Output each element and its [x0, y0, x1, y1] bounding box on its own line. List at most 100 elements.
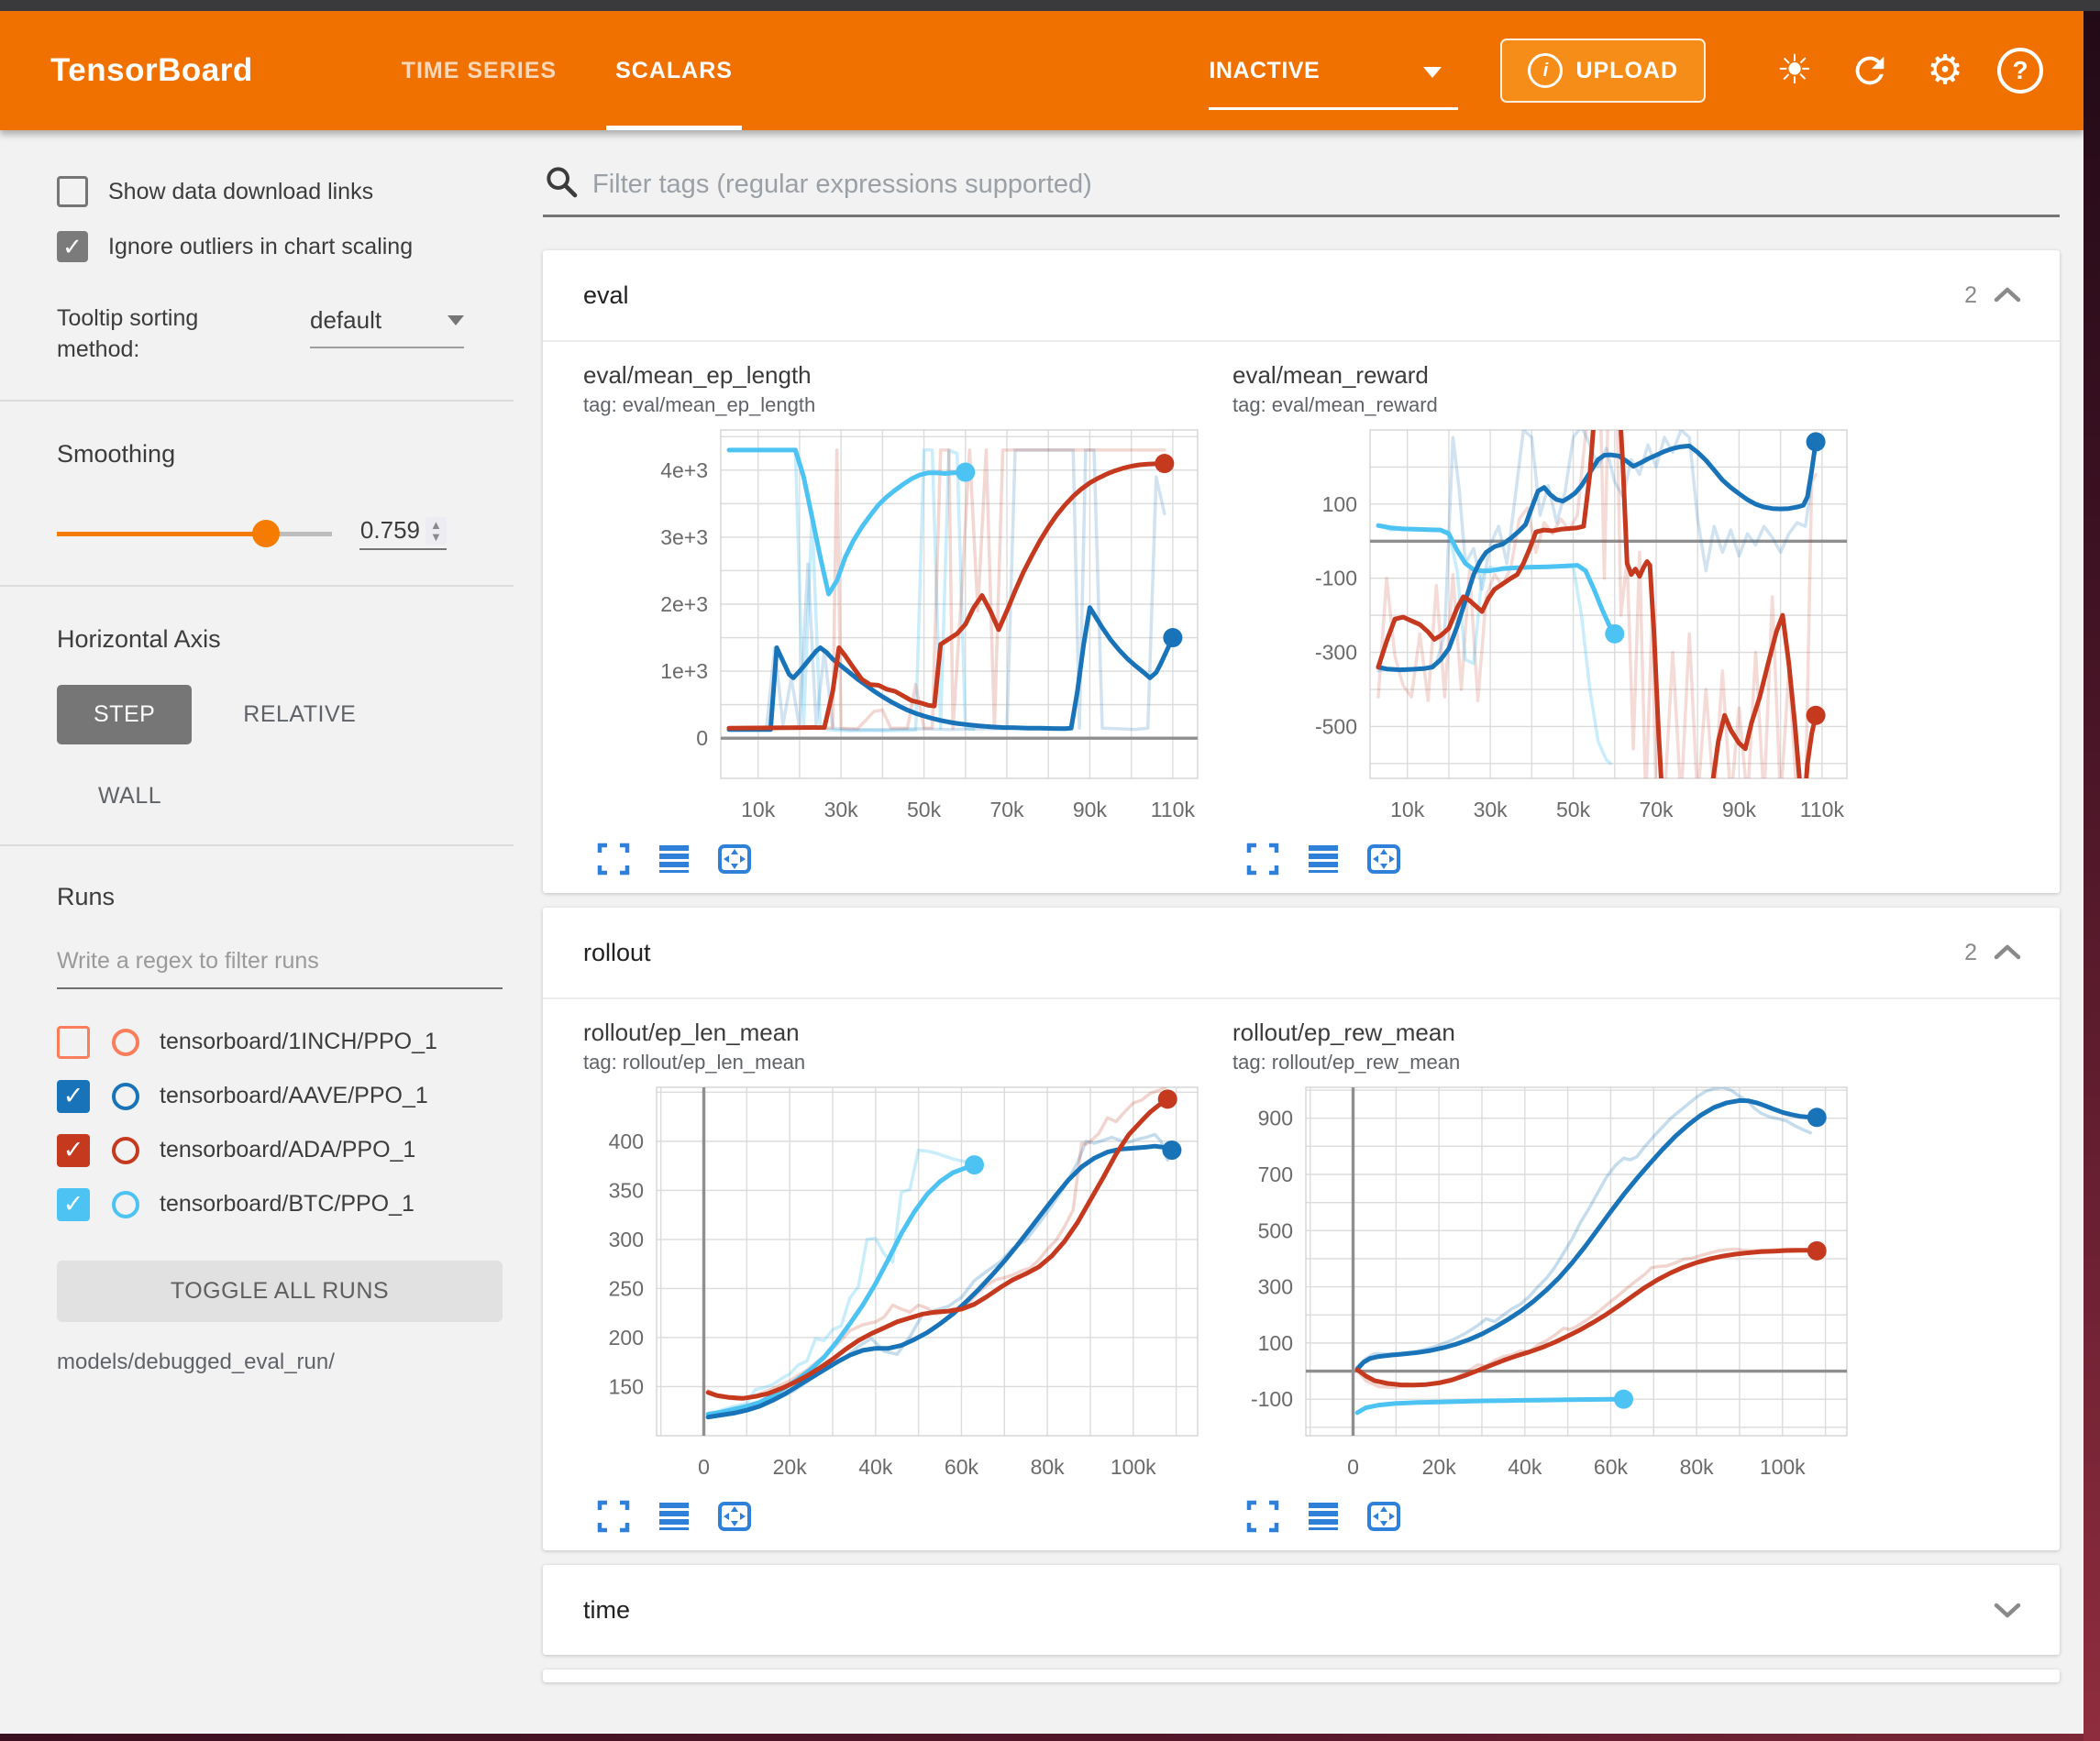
- fullscreen-icon[interactable]: [1245, 1499, 1280, 1534]
- svg-text:30k: 30k: [824, 798, 859, 821]
- show-download-links-label: Show data download links: [108, 179, 373, 205]
- runs-label: Runs: [57, 883, 514, 911]
- chart-title: eval/mean_reward: [1232, 358, 1882, 391]
- tab-bar: TIME SERIES SCALARS: [372, 11, 762, 130]
- upload-button-label: UPLOAD: [1575, 58, 1678, 84]
- run-color-swatch-icon[interactable]: [112, 1029, 139, 1056]
- tag-filter-input[interactable]: Filter tags (regular expressions support…: [543, 163, 2060, 217]
- window-edge-right: [2083, 11, 2100, 1741]
- fullscreen-icon[interactable]: [1245, 842, 1280, 876]
- stepper-down-icon[interactable]: ▼: [430, 531, 442, 543]
- svg-text:500: 500: [1258, 1218, 1293, 1242]
- fullscreen-icon[interactable]: [596, 1499, 631, 1534]
- chevron-up-icon[interactable]: [1992, 284, 2023, 306]
- chart-tag: tag: eval/mean_ep_length: [583, 391, 1232, 419]
- chart-canvas-mean-ep-length[interactable]: 10k30k50k70k90k110k01e+32e+33e+34e+3: [583, 424, 1232, 836]
- run-checkbox[interactable]: ✓: [57, 1134, 90, 1167]
- smoothing-stepper[interactable]: ▲▼: [426, 517, 447, 545]
- chart-actions: [596, 1499, 1232, 1534]
- fullscreen-icon[interactable]: [596, 842, 631, 876]
- show-download-links-checkbox[interactable]: [57, 176, 88, 207]
- svg-text:0: 0: [1347, 1455, 1359, 1479]
- stepper-up-icon[interactable]: ▲: [430, 519, 442, 531]
- chart-tag: tag: rollout/ep_len_mean: [583, 1049, 1232, 1076]
- svg-text:100: 100: [1258, 1331, 1293, 1355]
- chart-canvas-ep-rew-mean[interactable]: 020k40k60k80k100k-100100300500700900: [1232, 1082, 1882, 1493]
- svg-text:-300: -300: [1315, 641, 1357, 665]
- ignore-outliers-label: Ignore outliers in chart scaling: [108, 234, 413, 260]
- section-header-time[interactable]: time: [543, 1565, 2060, 1655]
- chart-canvas-ep-len-mean[interactable]: 020k40k60k80k100k150200250300350400: [583, 1082, 1232, 1493]
- svg-text:1e+3: 1e+3: [660, 659, 708, 683]
- svg-text:250: 250: [609, 1276, 644, 1300]
- svg-text:400: 400: [609, 1129, 644, 1153]
- toggle-all-runs-button[interactable]: TOGGLE ALL RUNS: [57, 1261, 503, 1322]
- section-card-rollout: rollout 2 rollout/ep_len_mean tag: rollo…: [543, 908, 2060, 1550]
- expand-view-icon[interactable]: [1366, 842, 1401, 876]
- window-edge-bottom: [0, 1734, 2083, 1741]
- ignore-outliers-checkbox[interactable]: ✓: [57, 231, 88, 262]
- chart-title: rollout/ep_rew_mean: [1232, 1016, 1882, 1049]
- section-header-eval[interactable]: eval 2: [543, 250, 2060, 342]
- upload-button[interactable]: i UPLOAD: [1500, 39, 1706, 103]
- runs-filter-input[interactable]: Write a regex to filter runs: [57, 948, 503, 989]
- axis-option-wall[interactable]: WALL: [98, 783, 514, 810]
- chart-actions: [596, 842, 1232, 876]
- section-body-eval: eval/mean_ep_length tag: eval/mean_ep_le…: [543, 342, 2060, 893]
- slider-knob[interactable]: [252, 520, 280, 547]
- tab-time-series[interactable]: TIME SERIES: [372, 11, 586, 130]
- run-item-ada[interactable]: ✓tensorboard/ADA/PPO_1: [57, 1123, 514, 1177]
- expand-view-icon[interactable]: [717, 842, 752, 876]
- smoothing-control: 0.759 ▲▼: [57, 516, 514, 550]
- run-item-1inch[interactable]: tensorboard/1INCH/PPO_1: [57, 1015, 514, 1069]
- tab-scalars[interactable]: SCALARS: [586, 11, 762, 130]
- chevron-up-icon[interactable]: [1992, 942, 2023, 964]
- run-color-swatch-icon[interactable]: [112, 1137, 139, 1164]
- svg-text:2e+3: 2e+3: [660, 592, 708, 616]
- data-table-icon[interactable]: [657, 842, 691, 876]
- expand-view-icon[interactable]: [1366, 1499, 1401, 1534]
- smoothing-slider[interactable]: [57, 518, 332, 549]
- run-color-swatch-icon[interactable]: [112, 1191, 139, 1218]
- svg-text:20k: 20k: [773, 1455, 808, 1479]
- section-chart-count: 2: [1964, 940, 1977, 966]
- svg-text:0: 0: [698, 1455, 710, 1479]
- smoothing-value-field[interactable]: 0.759 ▲▼: [359, 516, 447, 550]
- runs-filter-underline: [57, 987, 503, 989]
- data-table-icon[interactable]: [657, 1499, 691, 1534]
- run-color-swatch-icon[interactable]: [112, 1083, 139, 1110]
- svg-text:200: 200: [609, 1326, 644, 1350]
- svg-text:150: 150: [609, 1374, 644, 1398]
- show-download-links-row[interactable]: Show data download links: [57, 176, 514, 207]
- svg-text:60k: 60k: [1594, 1455, 1629, 1479]
- ignore-outliers-row[interactable]: ✓ Ignore outliers in chart scaling: [57, 231, 514, 262]
- run-item-aave[interactable]: ✓ tensorboard/AAVE/PPO_1: [57, 1069, 514, 1123]
- run-checkbox[interactable]: [57, 1026, 90, 1059]
- chevron-down-icon: [1423, 67, 1442, 78]
- help-button[interactable]: ?: [1994, 44, 2047, 97]
- refresh-button[interactable]: [1843, 44, 1896, 97]
- axis-option-step[interactable]: STEP: [57, 685, 192, 744]
- settings-button[interactable]: ⚙: [1918, 44, 1972, 97]
- expand-view-icon[interactable]: [717, 1499, 752, 1534]
- app-title: TensorBoard: [50, 52, 253, 89]
- run-label: tensorboard/AAVE/PPO_1: [160, 1083, 428, 1109]
- chevron-down-icon[interactable]: [1992, 1599, 2023, 1621]
- svg-text:60k: 60k: [945, 1455, 979, 1479]
- data-table-icon[interactable]: [1306, 842, 1341, 876]
- axis-option-relative[interactable]: RELATIVE: [243, 701, 356, 728]
- slider-track-empty: [277, 532, 332, 536]
- run-checkbox[interactable]: ✓: [57, 1080, 90, 1113]
- tooltip-sorting-dropdown[interactable]: default: [310, 306, 464, 335]
- brightness-icon: ☀: [1776, 50, 1812, 91]
- status-dropdown[interactable]: INACTIVE: [1209, 58, 1458, 84]
- svg-text:30k: 30k: [1474, 798, 1509, 821]
- section-title: rollout: [583, 939, 651, 967]
- run-checkbox[interactable]: ✓: [57, 1188, 90, 1221]
- data-table-icon[interactable]: [1306, 1499, 1341, 1534]
- brightness-toggle-button[interactable]: ☀: [1768, 44, 1821, 97]
- run-item-btc[interactable]: ✓tensorboard/BTC/PPO_1: [57, 1177, 514, 1231]
- sidebar-divider: [0, 844, 514, 846]
- chart-canvas-mean-reward[interactable]: 10k30k50k70k90k110k100-100-300-500: [1232, 424, 1882, 836]
- section-header-rollout[interactable]: rollout 2: [543, 908, 2060, 999]
